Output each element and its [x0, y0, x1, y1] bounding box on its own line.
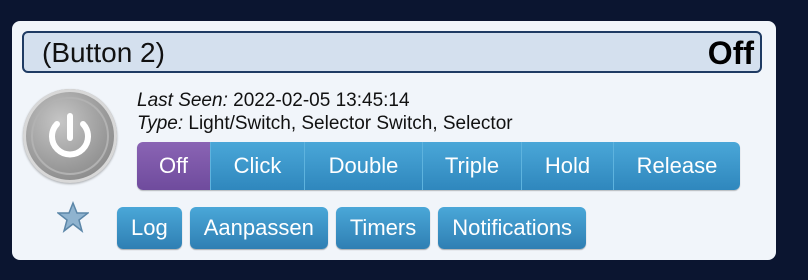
notifications-button[interactable]: Notifications [438, 207, 587, 249]
selector-option-hold[interactable]: Hold [521, 142, 613, 190]
type-value: Light/Switch, Selector Switch, Selector [188, 113, 513, 134]
log-button[interactable]: Log [117, 207, 182, 249]
selector-option-off[interactable]: Off [137, 142, 210, 190]
type-row: Type: Light/Switch, Selector Switch, Sel… [137, 112, 513, 135]
device-info: Last Seen: 2022-02-05 13:45:14 Type: Lig… [137, 89, 513, 135]
selector-option-triple[interactable]: Triple [422, 142, 521, 190]
last-seen-row: Last Seen: 2022-02-05 13:45:14 [137, 89, 513, 112]
type-label: Type: [137, 113, 184, 134]
device-header: (Button 2) Off [22, 31, 762, 73]
selector-bar: Off Click Double Triple Hold Release [137, 142, 740, 190]
star-icon[interactable] [55, 200, 91, 238]
selector-option-double[interactable]: Double [304, 142, 422, 190]
power-icon[interactable] [23, 89, 117, 183]
selector-option-click[interactable]: Click [210, 142, 304, 190]
selector-option-release[interactable]: Release [613, 142, 740, 190]
device-card: (Button 2) Off Last Seen: 2022-02-05 13:… [12, 21, 776, 260]
device-name: (Button 2) [42, 37, 165, 68]
edit-button[interactable]: Aanpassen [189, 207, 328, 249]
last-seen-label: Last Seen: [137, 90, 228, 111]
timers-button[interactable]: Timers [335, 207, 431, 249]
device-actions: Log Aanpassen Timers Notifications [117, 207, 587, 249]
device-state: Off [707, 35, 754, 71]
last-seen-value: 2022-02-05 13:45:14 [233, 90, 410, 111]
